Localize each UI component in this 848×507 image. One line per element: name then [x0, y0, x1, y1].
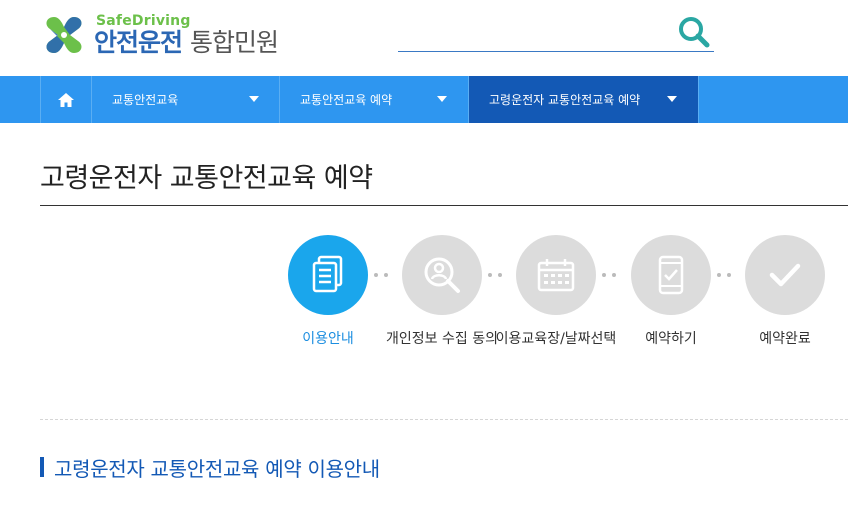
- search-icon: [679, 17, 710, 48]
- section-accent-bar: [40, 457, 44, 477]
- site-header: SafeDriving 안전운전 통합민원: [0, 0, 848, 76]
- page-title: 고령운전자 교통안전교육 예약: [40, 163, 373, 194]
- step-complete[interactable]: 예약완료: [745, 235, 825, 347]
- step-connector: [602, 273, 616, 277]
- nav-item-label: 교통안전교육: [112, 93, 179, 107]
- nav-item-label: 교통안전교육 예약: [300, 93, 393, 107]
- title-divider: [40, 205, 848, 206]
- step-reserve[interactable]: 예약하기: [631, 235, 711, 347]
- logo-title: 안전운전: [94, 27, 183, 57]
- home-icon: [58, 92, 74, 107]
- phone-check-icon: [658, 255, 684, 295]
- step-location-date[interactable]: 이용교육장/날짜선택: [496, 235, 616, 347]
- nav-item-traffic-education[interactable]: 교통안전교육: [92, 76, 280, 123]
- nav-home-button[interactable]: [40, 76, 92, 123]
- document-icon: [312, 255, 343, 293]
- nav-item-senior-reservation[interactable]: 고령운전자 교통안전교육 예약: [469, 76, 699, 123]
- check-icon: [769, 263, 801, 287]
- step-connector: [374, 273, 388, 277]
- section-heading: 고령운전자 교통안전교육 예약 이용안내: [40, 454, 380, 481]
- site-logo[interactable]: SafeDriving 안전운전 통합민원: [40, 10, 279, 60]
- chevron-down-icon: [249, 96, 259, 102]
- chevron-down-icon: [437, 96, 447, 102]
- step-connector: [488, 273, 502, 277]
- person-search-icon: [424, 257, 460, 293]
- clover-logo-icon: [40, 13, 88, 57]
- search-input[interactable]: [398, 18, 668, 48]
- logo-title-tail: 통합민원: [190, 27, 279, 57]
- step-privacy-consent[interactable]: 개인정보 수집 동의: [386, 235, 498, 347]
- calendar-icon: [537, 259, 575, 292]
- nav-item-education-reservation[interactable]: 교통안전교육 예약: [280, 76, 469, 123]
- main-nav: 교통안전교육 교통안전교육 예약 고령운전자 교통안전교육 예약: [0, 76, 848, 123]
- section-divider: [40, 419, 848, 420]
- step-connector: [717, 273, 731, 277]
- nav-item-label: 고령운전자 교통안전교육 예약: [489, 93, 641, 107]
- step-guide[interactable]: 이용안내: [288, 235, 368, 347]
- search-button[interactable]: [676, 14, 712, 50]
- search-bar: [398, 12, 714, 52]
- logo-subtitle: SafeDriving: [96, 12, 191, 29]
- section-title: 고령운전자 교통안전교육 예약 이용안내: [54, 456, 380, 481]
- chevron-down-icon: [667, 96, 677, 102]
- step-label: 예약완료: [759, 331, 811, 347]
